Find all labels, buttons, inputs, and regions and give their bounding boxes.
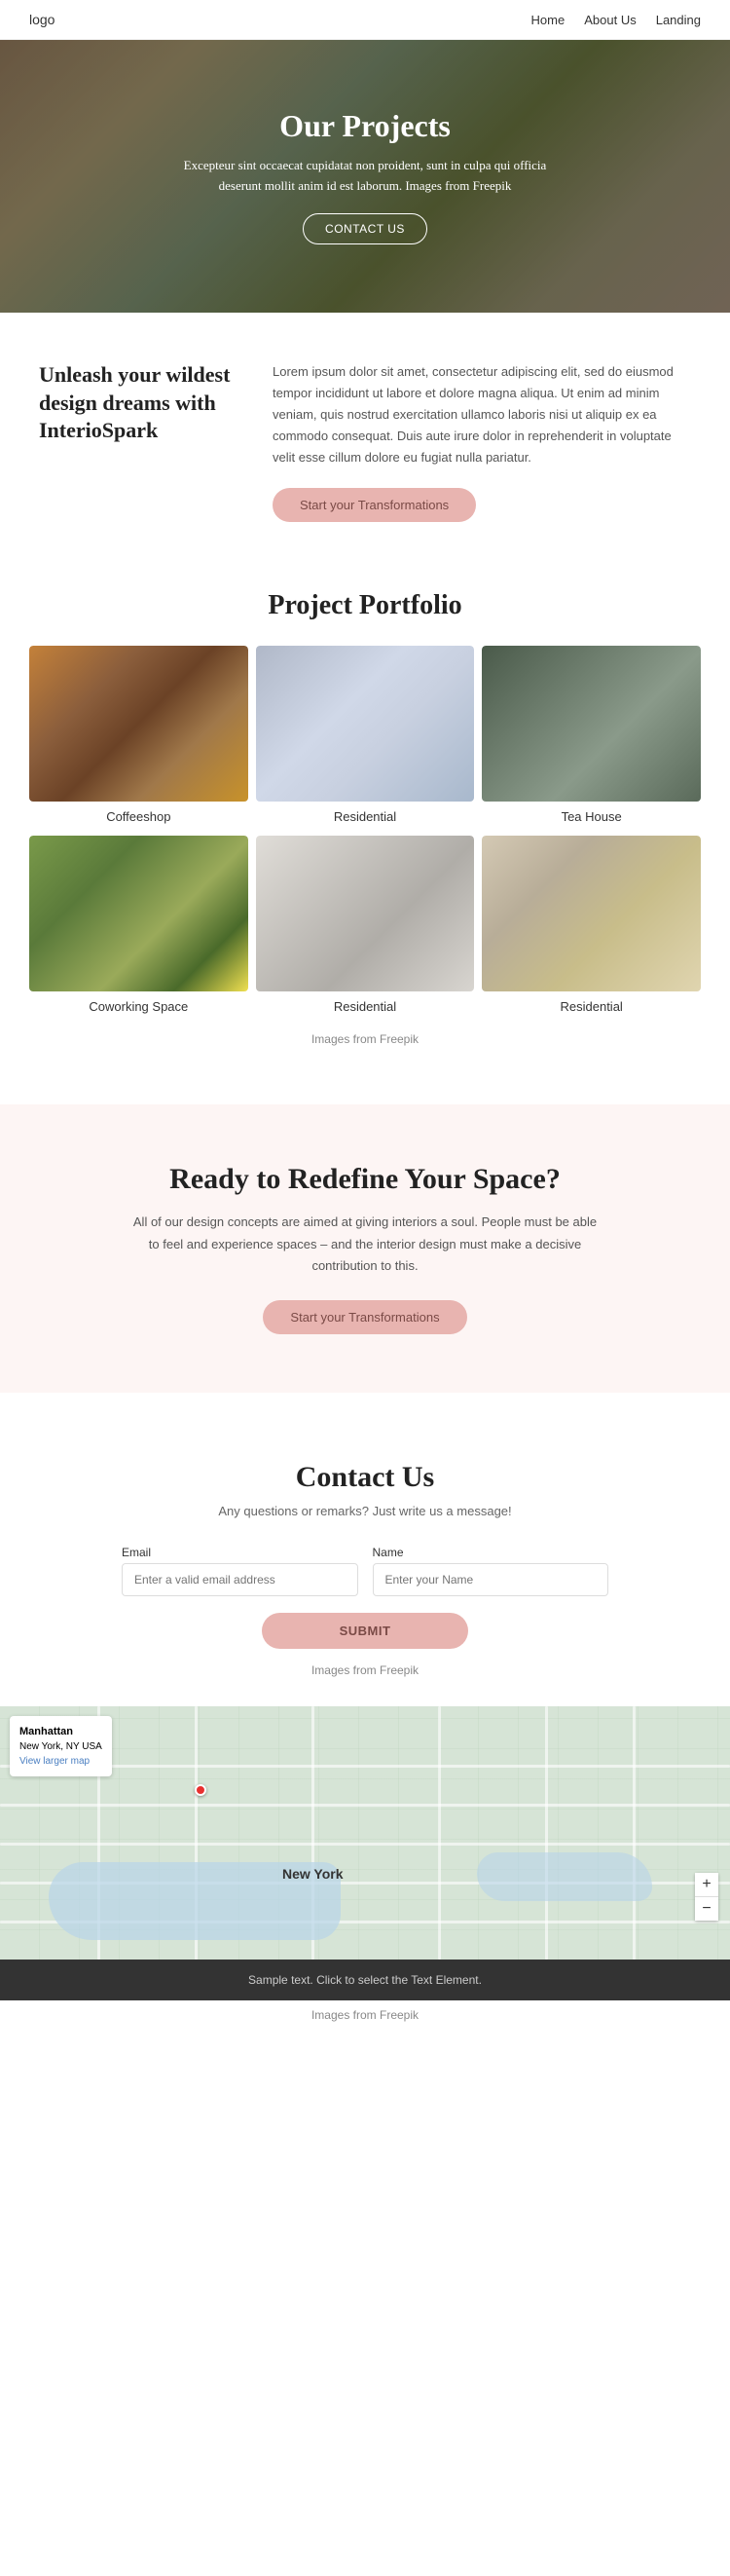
map-road bbox=[0, 1843, 730, 1846]
portfolio-label-coworking: Coworking Space bbox=[29, 991, 248, 1018]
map-section: New York Manhattan New York, NY USA View… bbox=[0, 1706, 730, 1960]
portfolio-img-residential1 bbox=[256, 646, 475, 802]
map-road bbox=[438, 1706, 441, 1960]
map-zoom-controls: + − bbox=[695, 1873, 718, 1921]
map-info-box: Manhattan New York, NY USA View larger m… bbox=[10, 1716, 112, 1777]
map-road bbox=[633, 1706, 636, 1960]
map-place-name: Manhattan bbox=[19, 1724, 102, 1740]
nav-links: Home About Us Landing bbox=[531, 13, 701, 27]
hero-description: Excepteur sint occaecat cupidatat non pr… bbox=[170, 156, 560, 197]
map-pin bbox=[195, 1784, 206, 1796]
hero-cta-button[interactable]: CONTACT US bbox=[303, 213, 427, 244]
footer-sample-text[interactable]: Sample text. Click to select the Text El… bbox=[248, 1973, 482, 1987]
map-water-body-2 bbox=[477, 1852, 652, 1901]
name-label: Name bbox=[373, 1546, 609, 1559]
nav-landing[interactable]: Landing bbox=[656, 13, 701, 27]
map-zoom-out-button[interactable]: − bbox=[695, 1897, 718, 1921]
about-heading-block: Unleash your wildest design dreams with … bbox=[39, 361, 234, 445]
email-label: Email bbox=[122, 1546, 358, 1559]
about-cta-button[interactable]: Start your Transformations bbox=[273, 488, 476, 522]
contact-freepik-link[interactable]: Freepik bbox=[380, 1663, 419, 1677]
submit-button[interactable]: SUBMIT bbox=[262, 1613, 469, 1649]
map-road bbox=[545, 1706, 548, 1960]
portfolio-img-teahouse bbox=[482, 646, 701, 802]
portfolio-section: Project Portfolio Coffeeshop Residential… bbox=[0, 571, 730, 1085]
portfolio-item-teahouse[interactable]: Tea House bbox=[482, 646, 701, 828]
footer-note: Images from Freepik bbox=[0, 2000, 730, 2030]
portfolio-label-residential1: Residential bbox=[256, 802, 475, 828]
redefine-section: Ready to Redefine Your Space? All of our… bbox=[0, 1104, 730, 1392]
map-larger-link[interactable]: View larger map bbox=[19, 1756, 90, 1767]
about-body: Lorem ipsum dolor sit amet, consectetur … bbox=[273, 361, 691, 468]
redefine-description: All of our design concepts are aimed at … bbox=[131, 1212, 599, 1276]
contact-fields-row: Email Name bbox=[122, 1546, 608, 1596]
map-city-label: New York bbox=[282, 1866, 344, 1882]
about-section: Unleash your wildest design dreams with … bbox=[0, 313, 730, 571]
portfolio-item-residential3[interactable]: Residential bbox=[482, 836, 701, 1018]
portfolio-item-coffeeshop[interactable]: Coffeeshop bbox=[29, 646, 248, 828]
portfolio-item-residential2[interactable]: Residential bbox=[256, 836, 475, 1018]
name-input[interactable] bbox=[373, 1563, 609, 1596]
contact-note: Images from Freepik bbox=[78, 1663, 652, 1677]
nav-about[interactable]: About Us bbox=[584, 13, 636, 27]
map-address: New York, NY USA bbox=[19, 1739, 102, 1754]
logo: logo bbox=[29, 12, 55, 27]
map-zoom-in-button[interactable]: + bbox=[695, 1873, 718, 1896]
contact-subtitle: Any questions or remarks? Just write us … bbox=[78, 1504, 652, 1518]
portfolio-img-residential3 bbox=[482, 836, 701, 991]
portfolio-item-coworking[interactable]: Coworking Space bbox=[29, 836, 248, 1018]
map-road bbox=[0, 1804, 730, 1807]
hero-content: Our Projects Excepteur sint occaecat cup… bbox=[151, 89, 579, 265]
portfolio-item-residential1[interactable]: Residential bbox=[256, 646, 475, 828]
portfolio-note: Images from Freepik bbox=[29, 1032, 701, 1046]
portfolio-label-residential3: Residential bbox=[482, 991, 701, 1018]
about-heading: Unleash your wildest design dreams with … bbox=[39, 361, 234, 445]
email-input[interactable] bbox=[122, 1563, 358, 1596]
footer-freepik-link[interactable]: Freepik bbox=[380, 2008, 419, 2022]
contact-section: Contact Us Any questions or remarks? Jus… bbox=[0, 1412, 730, 1706]
redefine-title: Ready to Redefine Your Space? bbox=[58, 1163, 672, 1196]
contact-title: Contact Us bbox=[78, 1461, 652, 1494]
portfolio-label-residential2: Residential bbox=[256, 991, 475, 1018]
navbar: logo Home About Us Landing bbox=[0, 0, 730, 40]
contact-form: Email Name SUBMIT bbox=[78, 1546, 652, 1649]
about-body-block: Lorem ipsum dolor sit amet, consectetur … bbox=[273, 361, 691, 522]
portfolio-label-teahouse: Tea House bbox=[482, 802, 701, 828]
hero-section: Our Projects Excepteur sint occaecat cup… bbox=[0, 40, 730, 313]
portfolio-title: Project Portfolio bbox=[29, 590, 701, 621]
portfolio-img-coffeeshop bbox=[29, 646, 248, 802]
footer: Sample text. Click to select the Text El… bbox=[0, 1960, 730, 2000]
portfolio-grid: Coffeeshop Residential Tea House Coworki… bbox=[29, 646, 701, 1018]
portfolio-freepik-link[interactable]: Freepik bbox=[380, 1032, 419, 1046]
portfolio-img-coworking bbox=[29, 836, 248, 991]
nav-home[interactable]: Home bbox=[531, 13, 566, 27]
hero-title: Our Projects bbox=[170, 108, 560, 144]
redefine-cta-button[interactable]: Start your Transformations bbox=[263, 1300, 466, 1334]
portfolio-label-coffeeshop: Coffeeshop bbox=[29, 802, 248, 828]
hero-freepik-link[interactable]: Freepik bbox=[473, 178, 512, 193]
portfolio-img-residential2 bbox=[256, 836, 475, 991]
